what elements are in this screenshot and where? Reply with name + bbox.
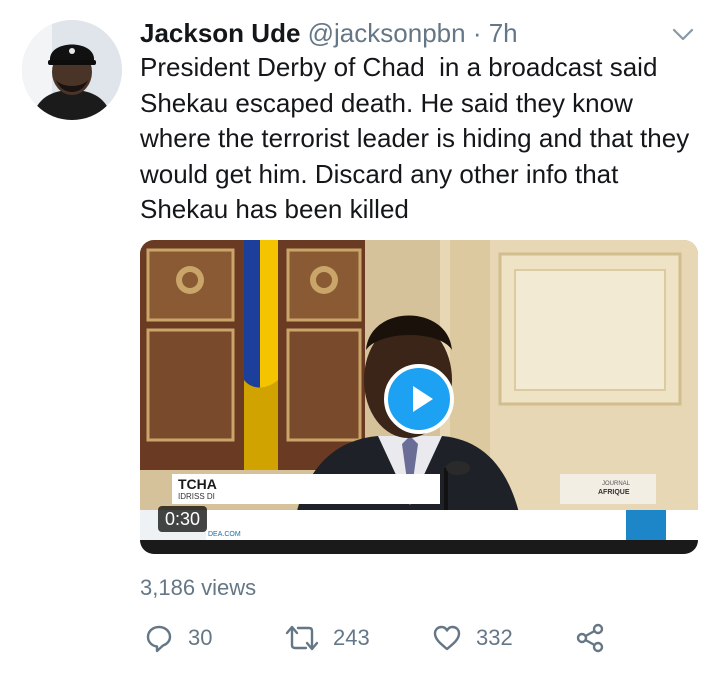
video-player[interactable]: TCHA IDRISS DI DEA.COM JOURNAL AFRIQUE 0… [140,240,698,554]
lower-third-title: TCHA [178,476,217,492]
video-duration: 0:30 [158,506,208,532]
retweet-icon [285,625,319,651]
separator-dot: · [472,18,482,48]
chevron-down-icon[interactable] [670,24,696,44]
heart-icon [433,625,461,651]
reply-icon [146,625,172,653]
like-count: 332 [476,625,513,650]
lower-third-subtitle: IDRISS DI [178,492,215,501]
author-handle[interactable]: @jacksonpbn [308,18,466,48]
tweet-header: Jackson Ude @jacksonpbn · 7h [140,17,518,49]
play-button[interactable] [384,364,454,434]
author-name[interactable]: Jackson Ude [140,18,300,48]
action-bar: 30 243 332 [0,618,720,658]
retweet-button[interactable]: 243 [285,618,370,658]
show-logo-line2: AFRIQUE [598,489,630,496]
tweet-text: President Derby of Chad in a broadcast s… [140,52,697,224]
share-icon [576,623,604,653]
show-logo-line1: JOURNAL [602,481,631,487]
view-count: 3,186 views [140,575,257,600]
reply-button[interactable]: 30 [144,618,212,658]
tweet-time[interactable]: 7h [489,18,518,48]
like-button[interactable]: 332 [432,618,513,658]
avatar[interactable] [22,20,122,120]
reply-count: 30 [188,625,213,650]
play-icon [413,386,433,412]
retweet-count: 243 [333,625,370,650]
share-button[interactable] [574,618,606,658]
ticker-text: DEA.COM [208,531,241,538]
